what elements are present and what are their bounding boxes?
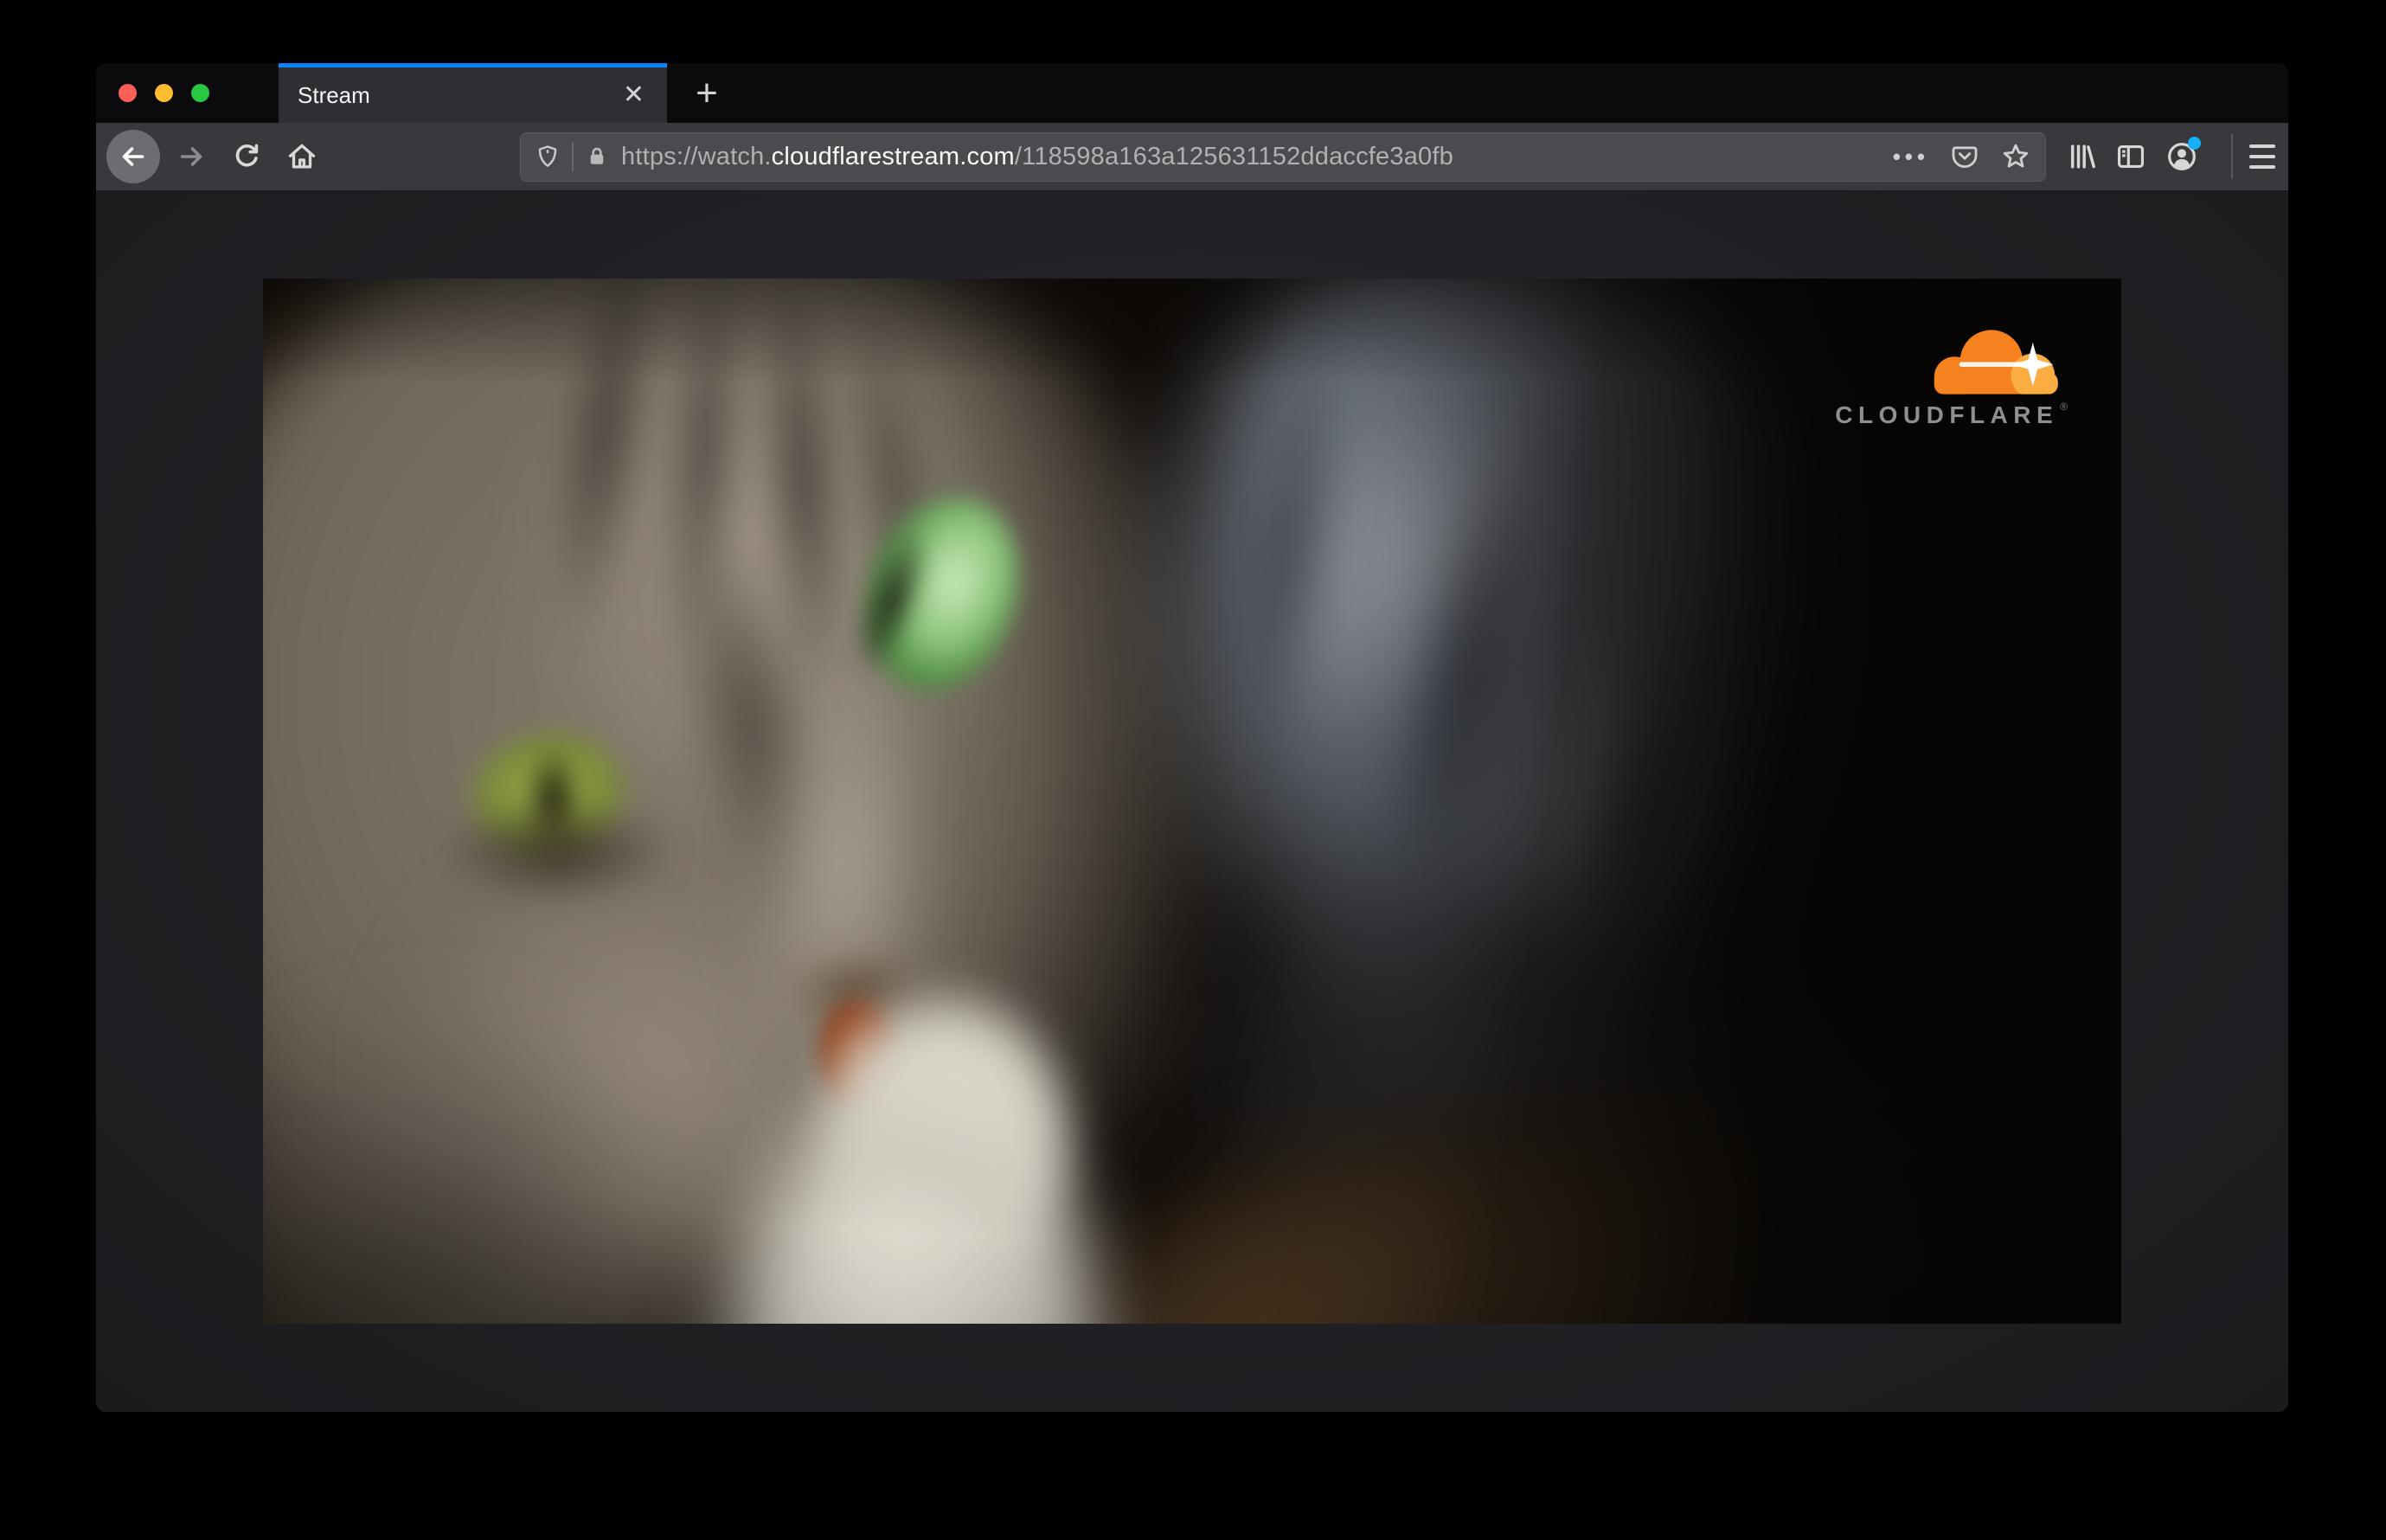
- lock-icon[interactable]: [585, 144, 609, 170]
- hamburger-icon: [2249, 144, 2275, 148]
- library-button[interactable]: [2065, 130, 2098, 183]
- desktop: { "browser": { "tab": { "title": "Stream…: [0, 0, 2386, 1540]
- cloudflare-watermark: CLOUDFLARE ®: [1789, 325, 2068, 429]
- tab-stream[interactable]: Stream ✕: [279, 63, 667, 123]
- video-player[interactable]: CLOUDFLARE ®: [263, 279, 2121, 1324]
- account-button[interactable]: [2165, 130, 2201, 183]
- pocket-icon: [1952, 146, 1978, 169]
- zoom-window-button[interactable]: [191, 84, 209, 102]
- forward-button[interactable]: [174, 130, 208, 183]
- registered-trademark-symbol: ®: [2060, 401, 2068, 413]
- menu-button[interactable]: [2248, 130, 2276, 183]
- home-icon: [288, 144, 316, 169]
- reload-button[interactable]: [229, 130, 264, 183]
- url-scheme: https://watch.: [621, 142, 772, 170]
- address-bar[interactable]: https://watch.cloudflarestream.com/11859…: [520, 132, 2046, 182]
- cloudflare-cloud-icon: [1934, 330, 2058, 395]
- browser-window: Stream ✕ + https://watch.cloudflarestrea…: [96, 63, 2288, 1412]
- home-button[interactable]: [285, 130, 319, 183]
- bookmark-button[interactable]: [2000, 141, 2031, 172]
- tab-bar: Stream ✕ +: [96, 63, 2288, 123]
- star-icon: [2003, 144, 2029, 168]
- page-content: CLOUDFLARE ®: [96, 191, 2288, 1412]
- url-text: https://watch.cloudflarestream.com/11859…: [621, 143, 1453, 171]
- pocket-button[interactable]: [1950, 142, 1979, 171]
- new-tab-button[interactable]: +: [677, 63, 736, 123]
- library-icon: [2070, 144, 2095, 169]
- arrow-right-icon: [180, 147, 202, 166]
- sidebar-icon: [2117, 145, 2145, 168]
- page-actions-button[interactable]: •••: [1893, 144, 1929, 170]
- url-path: /118598a163a125631152ddaccfe3a0fb: [1014, 142, 1453, 170]
- tracking-protection-shield-icon[interactable]: [535, 143, 561, 170]
- tab-close-icon[interactable]: ✕: [616, 79, 651, 112]
- reload-icon: [235, 144, 259, 167]
- tab-title: Stream: [298, 81, 370, 108]
- sidebar-toggle-button[interactable]: [2114, 130, 2147, 183]
- url-domain: cloudflarestream.com: [771, 142, 1015, 170]
- arrow-left-icon: [122, 147, 144, 166]
- account-notification-badge: [2188, 137, 2201, 150]
- urlbar-divider: [572, 142, 574, 171]
- window-controls: [119, 63, 209, 123]
- minimize-window-button[interactable]: [155, 84, 173, 102]
- back-button[interactable]: [106, 130, 160, 183]
- cloudflare-wordmark: CLOUDFLARE: [1835, 401, 2059, 428]
- toolbar-divider: [2231, 134, 2233, 179]
- navigation-toolbar: https://watch.cloudflarestream.com/11859…: [96, 123, 2288, 191]
- close-window-button[interactable]: [119, 84, 137, 102]
